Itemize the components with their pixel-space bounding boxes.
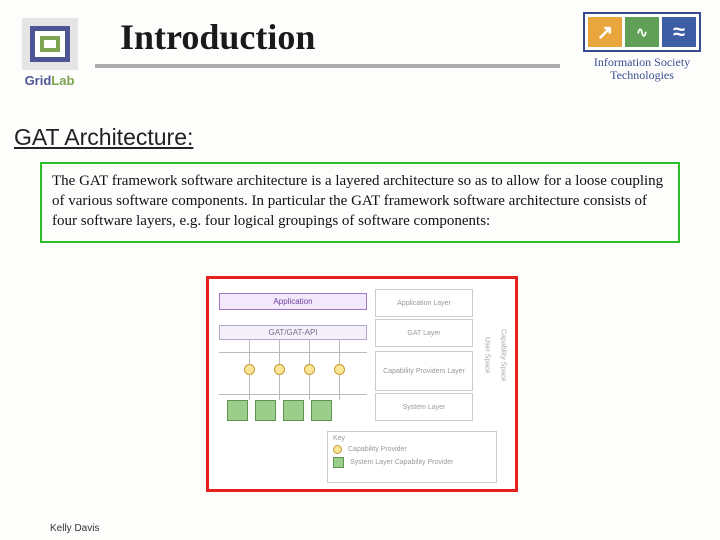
capability-provider-icon [334,364,345,375]
ist-icon-row: ↗ ∿ ≈ [583,12,701,52]
ist-wave-icon: ∿ [625,17,659,47]
body-text: The GAT framework software architecture … [52,173,663,229]
legend-circle-icon [333,445,342,454]
footer-author: Kelly Davis [50,523,99,534]
ist-logo: ↗ ∿ ≈ Information Society Technologies [578,12,706,82]
system-provider-icon [283,400,304,421]
title-underline [95,64,560,68]
diagram-divider [219,352,367,353]
ist-approx-icon: ≈ [662,17,696,47]
capability-provider-icon [274,364,285,375]
ist-arrow-icon: ↗ [588,17,622,47]
section-heading: GAT Architecture: [14,124,193,151]
gridlab-icon [22,18,78,70]
gridlab-logo: GridLab [12,18,87,88]
architecture-diagram: Application GAT/GAT-API Application Laye… [206,276,518,492]
layer-label-system: System Layer [375,393,473,421]
legend-square-icon [333,457,344,468]
layer-label-capability: Capability Providers Layer [375,351,473,391]
slide-title: Introduction [120,16,315,58]
gridlab-label: GridLab [12,73,87,88]
ist-label: Information Society Technologies [578,56,706,82]
legend-system-label: System Layer Capability Provider [350,459,454,466]
legend-title: Key [333,435,491,442]
legend-capability-label: Capability Provider [348,446,407,453]
side-label-capability-space: Capability Space [494,289,512,421]
layer-label-application: Application Layer [375,289,473,317]
diagram-legend: Key Capability Provider System Layer Cap… [327,431,497,483]
diagram-gat-api-box: GAT/GAT-API [219,325,367,340]
system-provider-icon [227,400,248,421]
capability-provider-icon [244,364,255,375]
system-provider-icon [255,400,276,421]
layer-label-gat: GAT Layer [375,319,473,347]
system-provider-icon [311,400,332,421]
diagram-divider [219,394,367,395]
body-text-box: The GAT framework software architecture … [40,162,680,243]
capability-provider-icon [304,364,315,375]
diagram-application-box: Application [219,293,367,310]
